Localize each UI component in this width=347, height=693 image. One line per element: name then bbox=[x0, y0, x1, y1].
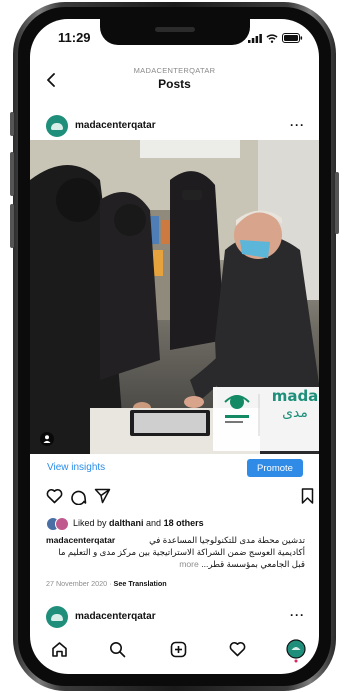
mute-switch bbox=[10, 112, 14, 136]
phone-frame: 11:29 MADACENTERQATAR Posts madacenterqa… bbox=[10, 2, 339, 691]
avatar[interactable] bbox=[46, 115, 68, 137]
volume-up-button bbox=[10, 152, 14, 196]
caption-line-1: madacenterqatar تدشين محطة مدى للتكنولوج… bbox=[46, 534, 305, 546]
logo-arabic: مدى bbox=[282, 405, 308, 421]
next-post-header: madacenterqatar ··· bbox=[30, 605, 319, 631]
likes-prefix: Liked by bbox=[73, 518, 110, 528]
profile-avatar-icon[interactable] bbox=[286, 639, 306, 663]
volume-down-button bbox=[10, 204, 14, 248]
post-image[interactable]: mada مدى bbox=[30, 140, 319, 454]
more-options-icon[interactable]: ··· bbox=[290, 608, 305, 622]
plus-square-icon[interactable] bbox=[170, 641, 187, 658]
see-translation-link[interactable]: See Translation bbox=[114, 579, 167, 588]
home-icon[interactable] bbox=[51, 641, 68, 658]
search-icon[interactable] bbox=[109, 641, 126, 658]
bookmark-icon[interactable] bbox=[301, 488, 314, 504]
caption-text-line-3: قبل الجامعي بمؤسسة قطر... bbox=[201, 559, 305, 569]
post-date-row: 27 November 2020 · See Translation bbox=[46, 579, 167, 588]
activity-heart-icon[interactable] bbox=[229, 641, 246, 657]
status-time: 11:29 bbox=[58, 30, 91, 45]
wifi-icon bbox=[266, 33, 278, 43]
likes-text: Liked by dalthani and 18 others bbox=[73, 518, 204, 528]
phone-screen: 11:29 MADACENTERQATAR Posts madacenterqa… bbox=[30, 19, 319, 674]
promote-button[interactable]: Promote bbox=[247, 459, 303, 477]
likes-row[interactable]: Liked by dalthani and 18 others bbox=[46, 517, 305, 531]
heart-icon[interactable] bbox=[46, 488, 63, 504]
status-icons bbox=[248, 33, 303, 43]
posts-header: MADACENTERQATAR Posts bbox=[30, 59, 319, 99]
insights-bar: View insights Promote bbox=[30, 455, 319, 481]
power-button bbox=[335, 172, 339, 234]
phone-bezel: 11:29 MADACENTERQATAR Posts madacenterqa… bbox=[18, 7, 331, 686]
page-title: Posts bbox=[158, 77, 191, 91]
date-separator: · bbox=[109, 579, 112, 588]
caption-text-line-2: أكاديمية العوسج ضمن الشراكة الاستراتيجية… bbox=[58, 547, 305, 557]
comment-icon[interactable] bbox=[70, 488, 87, 505]
send-icon[interactable] bbox=[94, 488, 111, 504]
signal-icon bbox=[248, 33, 262, 43]
caption-line-3: قبل الجامعي بمؤسسة قطر... more bbox=[46, 558, 305, 570]
liker-username[interactable]: dalthani bbox=[109, 518, 144, 528]
logo-word: mada bbox=[271, 387, 319, 405]
more-options-icon[interactable]: ··· bbox=[290, 118, 305, 132]
liker-avatars bbox=[46, 517, 70, 531]
battery-icon bbox=[282, 33, 303, 43]
liker-avatar bbox=[55, 517, 69, 531]
avatar[interactable] bbox=[46, 606, 68, 628]
tagged-people-icon[interactable] bbox=[40, 432, 54, 446]
view-insights-link[interactable]: View insights bbox=[47, 462, 105, 473]
bottom-tab-bar bbox=[30, 633, 319, 671]
caption-username[interactable]: madacenterqatar bbox=[46, 534, 115, 546]
account-name-caps: MADACENTERQATAR bbox=[133, 66, 216, 75]
likes-middle: and bbox=[143, 518, 164, 528]
post-date: 27 November 2020 bbox=[46, 579, 108, 588]
caption-text-line-1: تدشين محطة مدى للتكنولوجيا المساعدة في bbox=[149, 535, 305, 545]
next-post-username[interactable]: madacenterqatar bbox=[75, 611, 156, 622]
image-logo-text: mada مدى bbox=[268, 387, 319, 422]
post-actions bbox=[30, 488, 319, 510]
likes-count[interactable]: 18 others bbox=[164, 518, 204, 528]
post-username[interactable]: madacenterqatar bbox=[75, 120, 156, 131]
caption-more-link[interactable]: more bbox=[179, 559, 199, 569]
post-header: madacenterqatar ··· bbox=[30, 112, 319, 142]
back-chevron-icon[interactable] bbox=[46, 73, 56, 87]
status-bar: 11:29 bbox=[30, 30, 319, 48]
post-caption: madacenterqatar تدشين محطة مدى للتكنولوج… bbox=[46, 534, 305, 570]
